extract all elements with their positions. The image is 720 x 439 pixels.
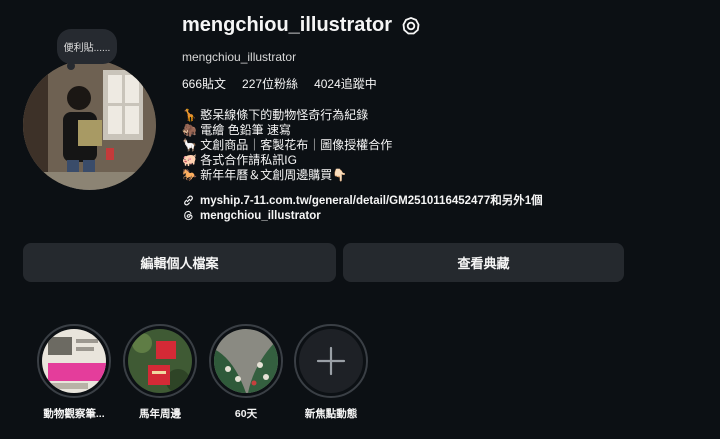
bio-line: 🐎 新年年曆＆文創周邊購買👇🏻 <box>182 168 348 182</box>
highlight-label: 60天 <box>234 408 258 420</box>
avatar[interactable] <box>23 60 156 190</box>
following-count[interactable]: 4024追蹤中 <box>314 75 377 92</box>
link-text: myship.7-11.com.tw/general/detail/GM2510… <box>200 195 543 207</box>
highlight-ring <box>209 324 283 398</box>
avatar-photo <box>23 60 156 190</box>
threads-handle: mengchiou_illustrator <box>200 209 321 222</box>
followers-count[interactable]: 227位粉絲 <box>242 75 298 92</box>
highlight-label: 新焦點動態 <box>304 408 358 420</box>
posts-count: 666貼文 <box>182 77 227 91</box>
bio-line: 🦒 憨呆線條下的動物怪奇行為紀錄 <box>182 108 369 122</box>
note-text: 便利貼...... <box>63 43 111 54</box>
highlight-ring <box>37 324 111 398</box>
external-link[interactable]: myship.7-11.com.tw/general/detail/GM2510… <box>182 192 543 208</box>
bio-line: 🦙 文創商品｜客製花布｜圖像授權合作 <box>182 138 393 152</box>
plus-icon <box>299 329 363 393</box>
edit-profile-button[interactable]: 編輯個人檔案 <box>23 243 336 282</box>
tree-thumb <box>214 329 278 393</box>
gear-icon[interactable] <box>400 15 422 37</box>
link-icon <box>184 195 193 205</box>
animal-notes-thumb <box>42 329 106 393</box>
highlight-item[interactable]: 動物觀察筆... <box>36 324 112 421</box>
highlight-item[interactable]: 馬年周邊 <box>122 324 198 421</box>
new-highlight[interactable]: 新焦點動態 <box>293 324 369 421</box>
threads-icon <box>184 210 193 221</box>
threads-link[interactable]: mengchiou_illustrator <box>182 209 321 222</box>
highlight-label: 動物觀察筆... <box>43 408 105 420</box>
profile-stats: 666貼文 227位粉絲 4024追蹤中 <box>182 75 377 92</box>
username: mengchiou_illustrator <box>182 14 393 36</box>
bio-line: 🐖 各式合作請私訊IG <box>182 153 297 167</box>
profile-header: mengchiou_illustrator <box>182 14 422 37</box>
highlight-ring <box>123 324 197 398</box>
bio-line: 🦣 電繪 色鉛筆 速寫 <box>182 123 291 137</box>
view-archive-button[interactable]: 查看典藏 <box>343 243 624 282</box>
red-packet-thumb <box>128 329 192 393</box>
note-bubble[interactable]: 便利貼...... <box>57 29 117 70</box>
highlight-ring <box>294 324 368 398</box>
bio: 🦒 憨呆線條下的動物怪奇行為紀錄 🦣 電繪 色鉛筆 速寫 🦙 文創商品｜客製花布… <box>182 108 392 183</box>
highlight-item[interactable]: 60天 <box>208 324 284 421</box>
highlight-label: 馬年周邊 <box>139 408 181 420</box>
full-name: mengchiou_illustrator <box>182 50 297 64</box>
